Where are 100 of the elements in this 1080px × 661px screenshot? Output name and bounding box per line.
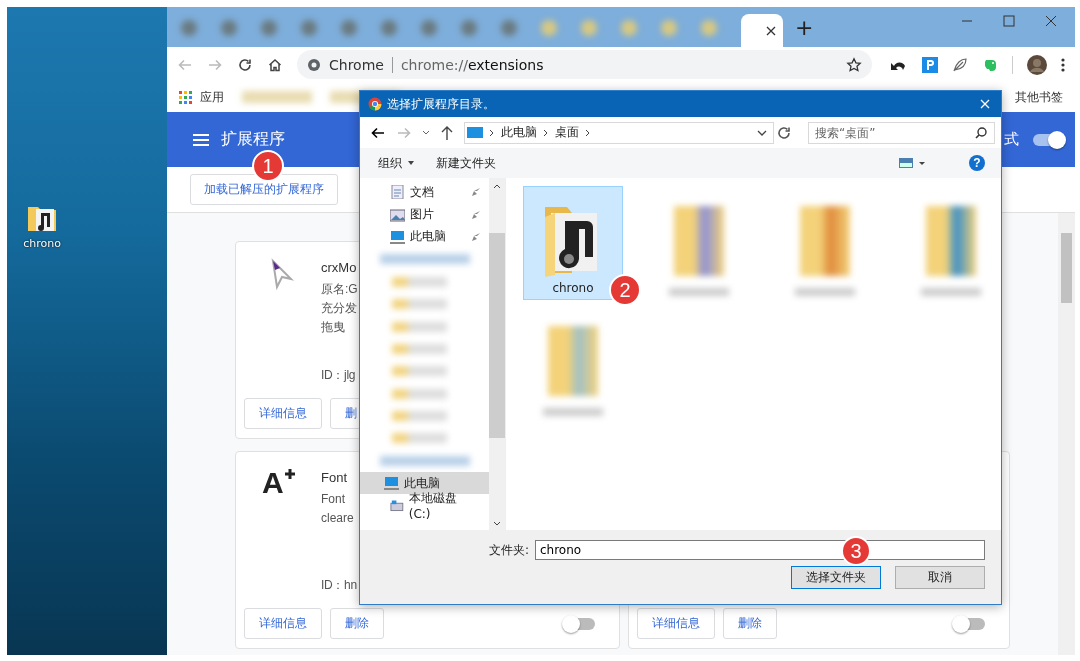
extension-id: ID：hn [321, 577, 357, 594]
address-bar[interactable]: Chrome chrome://extensions [297, 50, 872, 79]
plus-icon [283, 468, 296, 480]
close-icon[interactable] [1045, 15, 1057, 27]
chevron-down-icon[interactable] [757, 129, 767, 136]
blurred-item [221, 20, 237, 36]
menu-icon[interactable] [193, 132, 209, 147]
path-field[interactable]: 此电脑 桌面 [464, 121, 774, 144]
search-icon [975, 126, 987, 139]
chevron-down-icon[interactable] [422, 129, 430, 136]
blurred-folder [674, 206, 724, 276]
computer-icon [384, 476, 399, 491]
blurred-item [392, 299, 447, 310]
blurred-folder [548, 326, 598, 396]
select-folder-button[interactable]: 选择文件夹 [791, 566, 881, 589]
bookmark-star-icon[interactable] [846, 56, 862, 73]
bookmark-item[interactable]: 应用 [179, 88, 224, 106]
navigation-item[interactable]: 此电脑 [360, 225, 489, 249]
maximize-icon[interactable] [1003, 15, 1015, 27]
new-folder-button[interactable]: 新建文件夹 [432, 152, 500, 174]
navigation-item[interactable]: 文档 [360, 181, 489, 204]
url-text: chrome://extensions [400, 56, 544, 73]
blurred-item [392, 433, 447, 444]
scrollbar[interactable] [1058, 213, 1075, 655]
blurred-item [392, 276, 447, 287]
drive-icon [390, 498, 404, 513]
blurred-item [501, 20, 517, 36]
developer-mode-label: 式 [1004, 130, 1019, 149]
desktop-folder[interactable]: chrono [21, 201, 63, 250]
blurred-item [381, 20, 397, 36]
blurred-item [661, 20, 677, 36]
scroll-down-icon [493, 521, 501, 526]
blurred-item [621, 20, 637, 36]
description-text: 原名:G [321, 281, 358, 298]
apps-grid-icon [179, 90, 192, 104]
details-button[interactable]: 详细信息 [244, 398, 322, 429]
up-arrow-icon[interactable] [440, 124, 454, 141]
chrome-logo-icon [368, 97, 382, 111]
close-icon [765, 24, 777, 37]
desktop-icon-label: chrono [23, 237, 61, 250]
avatar-icon[interactable] [1027, 54, 1047, 75]
view-options-icon[interactable] [899, 158, 925, 168]
info-icon [307, 57, 321, 72]
blurred-item [341, 20, 357, 36]
step-number-badge: 3 [841, 536, 871, 566]
blurred-item [669, 288, 729, 296]
logo-letter: A [262, 468, 284, 498]
picture-icon [390, 207, 405, 222]
blurred-item [392, 388, 447, 399]
load-unpacked-button[interactable]: 加载已解压的扩展程序 [190, 174, 338, 205]
toggle-switch[interactable] [955, 617, 985, 630]
breadcrumb-item[interactable]: 此电脑 [501, 124, 537, 141]
details-button[interactable]: 详细信息 [637, 608, 715, 639]
blurred-item [301, 20, 317, 36]
blurred-item [701, 20, 717, 36]
remove-button[interactable]: 删除 [723, 608, 777, 639]
folder-label: 文件夹: [488, 541, 529, 559]
breadcrumb-item[interactable]: 桌面 [555, 124, 579, 141]
organize-menu[interactable]: 组织 [374, 152, 418, 174]
blurred-folder [926, 206, 976, 276]
page-title: 扩展程序 [221, 129, 285, 150]
blurred-item [543, 408, 603, 416]
cancel-button[interactable]: 取消 [895, 566, 985, 589]
refresh-icon[interactable] [776, 124, 792, 141]
search-field[interactable]: 搜索“桌面” [808, 121, 995, 144]
chevron-right-icon [489, 128, 495, 137]
blurred-item [581, 20, 597, 36]
help-button[interactable]: ? [969, 155, 985, 171]
scrollbar[interactable] [489, 178, 505, 530]
extension-name: Font [321, 470, 348, 485]
leaf-icon[interactable] [952, 56, 968, 73]
home-icon[interactable] [267, 56, 283, 73]
extension-name: crxMo [321, 260, 358, 275]
blurred-item [921, 288, 981, 296]
chevron-right-icon [543, 128, 549, 137]
description-text: 充分发 [321, 300, 358, 317]
description-text: Font [321, 491, 346, 508]
new-tab-button[interactable]: + [783, 15, 826, 47]
blurred-item [461, 20, 477, 36]
remove-button[interactable]: 删除 [330, 608, 384, 639]
document-icon [390, 185, 405, 200]
chevron-right-icon [585, 128, 591, 137]
reload-icon[interactable] [237, 56, 253, 73]
details-button[interactable]: 详细信息 [244, 608, 322, 639]
blurred-item [242, 91, 312, 103]
p-letter-icon[interactable] [922, 56, 938, 73]
other-bookmarks[interactable]: 其他书签 [1015, 88, 1063, 106]
blurred-item [421, 20, 437, 36]
description-text: cleare [321, 510, 355, 527]
toggle-switch[interactable] [1033, 133, 1063, 146]
site-label: Chrome [329, 56, 384, 73]
navigation-item[interactable]: 图片 [360, 203, 489, 226]
more-menu-icon[interactable] [1061, 56, 1065, 73]
computer-icon [390, 229, 405, 244]
navigation-item[interactable]: 本地磁盘 (C:) [360, 494, 489, 517]
blurred-item [795, 288, 855, 296]
blurred-folder [800, 206, 850, 276]
blurred-item [392, 343, 447, 354]
description-text: 拖曳 [321, 319, 346, 336]
toggle-switch[interactable] [565, 617, 595, 630]
